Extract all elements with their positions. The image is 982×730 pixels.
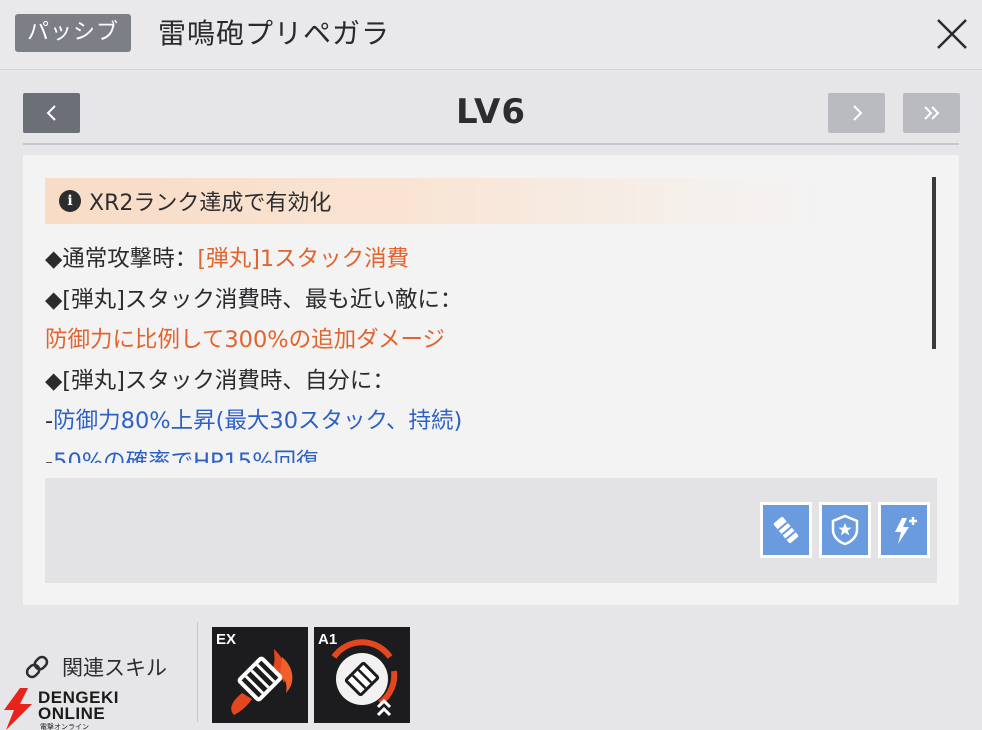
shield-badge-icon — [831, 514, 859, 546]
related-skills-label: 関連スキル — [22, 652, 167, 682]
description-scrollbar[interactable] — [932, 177, 936, 349]
ammo-icon — [773, 517, 799, 543]
related-skill-a1[interactable]: A1 — [314, 627, 410, 723]
lightning-plus-icon — [895, 517, 917, 544]
description-line: -防御力80%上昇(最大30スタック、持続) — [45, 408, 463, 434]
dengeki-watermark: DENGEKI ONLINE 電撃オンライン — [0, 688, 130, 730]
watermark-line3: 電撃オンライン — [40, 724, 89, 730]
related-divider — [197, 622, 198, 722]
ammo-upgrade-icon — [331, 639, 398, 717]
related-skills-text: 関連スキル — [62, 656, 167, 680]
nav-divider — [23, 143, 959, 145]
watermark-line2: ONLINE — [38, 704, 106, 723]
skill-detail-card: i XR2ランク達成で有効化 ◆通常攻撃時：[弾丸]1スタック消費 ◆[弾丸]ス… — [23, 155, 959, 605]
next-level-button[interactable] — [828, 93, 885, 133]
double-chevron-right-icon — [923, 106, 939, 120]
energy-attribute-button[interactable] — [878, 502, 930, 558]
unlock-notice: i XR2ランク達成で有効化 — [45, 178, 835, 224]
fire-ammo-icon — [231, 649, 293, 715]
description-line: ◆通常攻撃時：[弾丸]1スタック消費 — [45, 246, 410, 272]
attribute-icons-panel — [45, 478, 937, 583]
related-skill-ex[interactable]: EX — [212, 627, 308, 723]
description-line: 防御力に比例して300%の追加ダメージ — [45, 327, 446, 353]
description-line: -50%の確率でHP15%回復 — [45, 448, 319, 464]
unlock-notice-text: XR2ランク達成で有効化 — [89, 191, 332, 216]
close-icon — [937, 19, 967, 49]
description-line: ◆[弾丸]スタック消費時、最も近い敵に： — [45, 286, 463, 313]
chevron-right-icon — [852, 105, 862, 121]
ammo-attribute-button[interactable] — [760, 502, 812, 558]
info-icon: i — [59, 190, 81, 212]
skill-description[interactable]: ◆通常攻撃時：[弾丸]1スタック消費 ◆[弾丸]スタック消費時、最も近い敵に： … — [45, 239, 925, 463]
defense-attribute-button[interactable] — [819, 502, 871, 558]
skill-type-tag: パッシブ — [15, 14, 132, 52]
description-line: ◆[弾丸]スタック消費時、自分に： — [45, 367, 395, 394]
link-icon — [25, 655, 49, 679]
skill-title: 雷鳴砲プリペガラ — [158, 17, 391, 50]
max-level-button[interactable] — [903, 93, 960, 133]
close-button[interactable] — [930, 14, 970, 54]
header: パッシブ 雷鳴砲プリペガラ — [0, 0, 982, 70]
lightning-logo-icon — [4, 688, 32, 730]
